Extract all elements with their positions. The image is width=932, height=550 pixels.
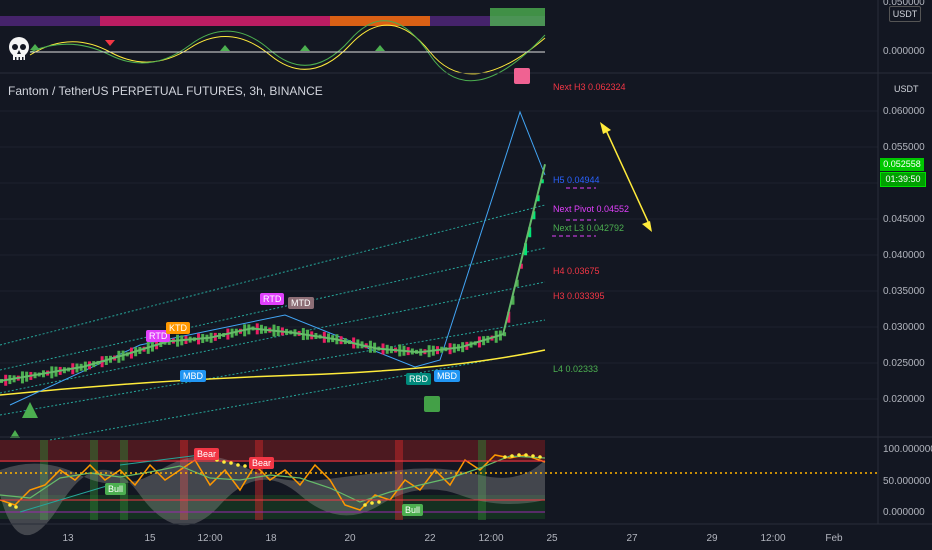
osc-dot [8, 503, 12, 507]
osc-dot [377, 500, 381, 504]
osc-axis-tick: 100.000000 [883, 444, 932, 455]
osc-green-zone [0, 495, 545, 519]
osc-dot [229, 461, 233, 465]
osc-dot [510, 454, 514, 458]
time-axis-tick: 13 [62, 533, 74, 544]
trend-channel [0, 204, 546, 441]
price-axis-tick: 0.025000 [883, 358, 925, 369]
price-axis-tick: 0.035000 [883, 286, 925, 297]
pivot-label: Next Pivot 0.04552 [553, 204, 630, 214]
pivot-label: Next L3 0.042792 [553, 223, 625, 233]
price-axis-tick: 0.020000 [883, 394, 925, 405]
time-axis-tick: 20 [344, 533, 356, 544]
skull-icon [9, 37, 29, 61]
time-axis-tick: 22 [424, 533, 436, 544]
top-currency-badge[interactable]: USDT [889, 6, 921, 22]
pivot-label: H3 0.033395 [553, 291, 605, 301]
current-price-badge: 0.052558 [880, 158, 924, 171]
osc-dot [363, 503, 367, 507]
top-axis-tick: 0.000000 [883, 46, 925, 57]
buy-arrow [22, 402, 38, 418]
osc-signal-label: Bull [105, 483, 127, 495]
time-axis-tick: 18 [265, 533, 277, 544]
time-axis-tick: 27 [626, 533, 638, 544]
osc-axis-tick: 0.000000 [883, 507, 925, 518]
chart-title: Fantom / TetherUS PERPETUAL FUTURES, 3h,… [8, 84, 323, 98]
blue-zigzag [9, 110, 546, 406]
time-axis-tick: 12:00 [760, 533, 785, 544]
osc-dot [538, 455, 542, 459]
osc-signal-label: Bear [194, 448, 220, 460]
osc-dot [503, 455, 507, 459]
main-currency-label: USDT [894, 84, 919, 94]
osc-dot [517, 453, 521, 457]
time-axis-tick: 12:00 [197, 533, 222, 544]
time-axis-tick: 25 [546, 533, 558, 544]
price-candles [0, 179, 544, 386]
yellow-ema [0, 349, 546, 396]
price-axis-tick: 0.045000 [883, 214, 925, 225]
osc-dot [531, 454, 535, 458]
osc-dot [14, 505, 18, 509]
pattern-label: RBD [406, 373, 432, 385]
osc-dot [243, 464, 247, 468]
price-axis-tick: 0.055000 [883, 142, 925, 153]
price-axis-tick: 0.060000 [883, 106, 925, 117]
price-axis-tick: 0.040000 [883, 250, 925, 261]
top-indicator-band-green [490, 8, 545, 26]
pivot-label: H5 0.04944 [553, 175, 600, 185]
top-indicator-band-hot [100, 16, 330, 26]
osc-signal-label: Bull [402, 504, 424, 516]
pattern-label: MBD [434, 370, 460, 382]
pattern-label: KTD [166, 322, 190, 334]
osc-axis-tick: 50.000000 [883, 476, 931, 487]
osc-signal-label: Bear [249, 457, 275, 469]
pattern-label: MBD [180, 370, 206, 382]
pivot-label: H4 0.03675 [553, 266, 600, 276]
time-axis: 13 15 12:00 18 20 22 12:00 25 27 29 12:00 Feb [62, 533, 843, 544]
sell-signal-box [514, 68, 530, 84]
time-axis-tick: 29 [706, 533, 718, 544]
price-axis: 0.0500000.0000000.0600000.0550000.045000… [883, 0, 932, 518]
time-axis-tick: 12:00 [478, 533, 503, 544]
pattern-label: MTD [288, 297, 314, 309]
pattern-label: RTD [260, 293, 285, 305]
pivot-label: L4 0.02333 [553, 364, 599, 374]
osc-dot [370, 501, 374, 505]
target-arrow-head-top [600, 122, 611, 134]
countdown-badge: 01:39:50 [880, 172, 926, 187]
pivot-label: Next H3 0.062324 [553, 82, 626, 92]
osc-dot [222, 460, 226, 464]
target-arrow-head-bottom [642, 221, 652, 232]
time-axis-tick: Feb [825, 533, 843, 544]
osc-dot [524, 453, 528, 457]
price-axis-tick: 0.030000 [883, 322, 925, 333]
chart-canvas: 13 15 12:00 18 20 22 12:00 25 27 29 12:00 Feb 0.050… [0, 0, 932, 544]
buy-signal-box [424, 396, 440, 412]
time-axis-tick: 15 [144, 533, 156, 544]
osc-dot [236, 463, 240, 467]
